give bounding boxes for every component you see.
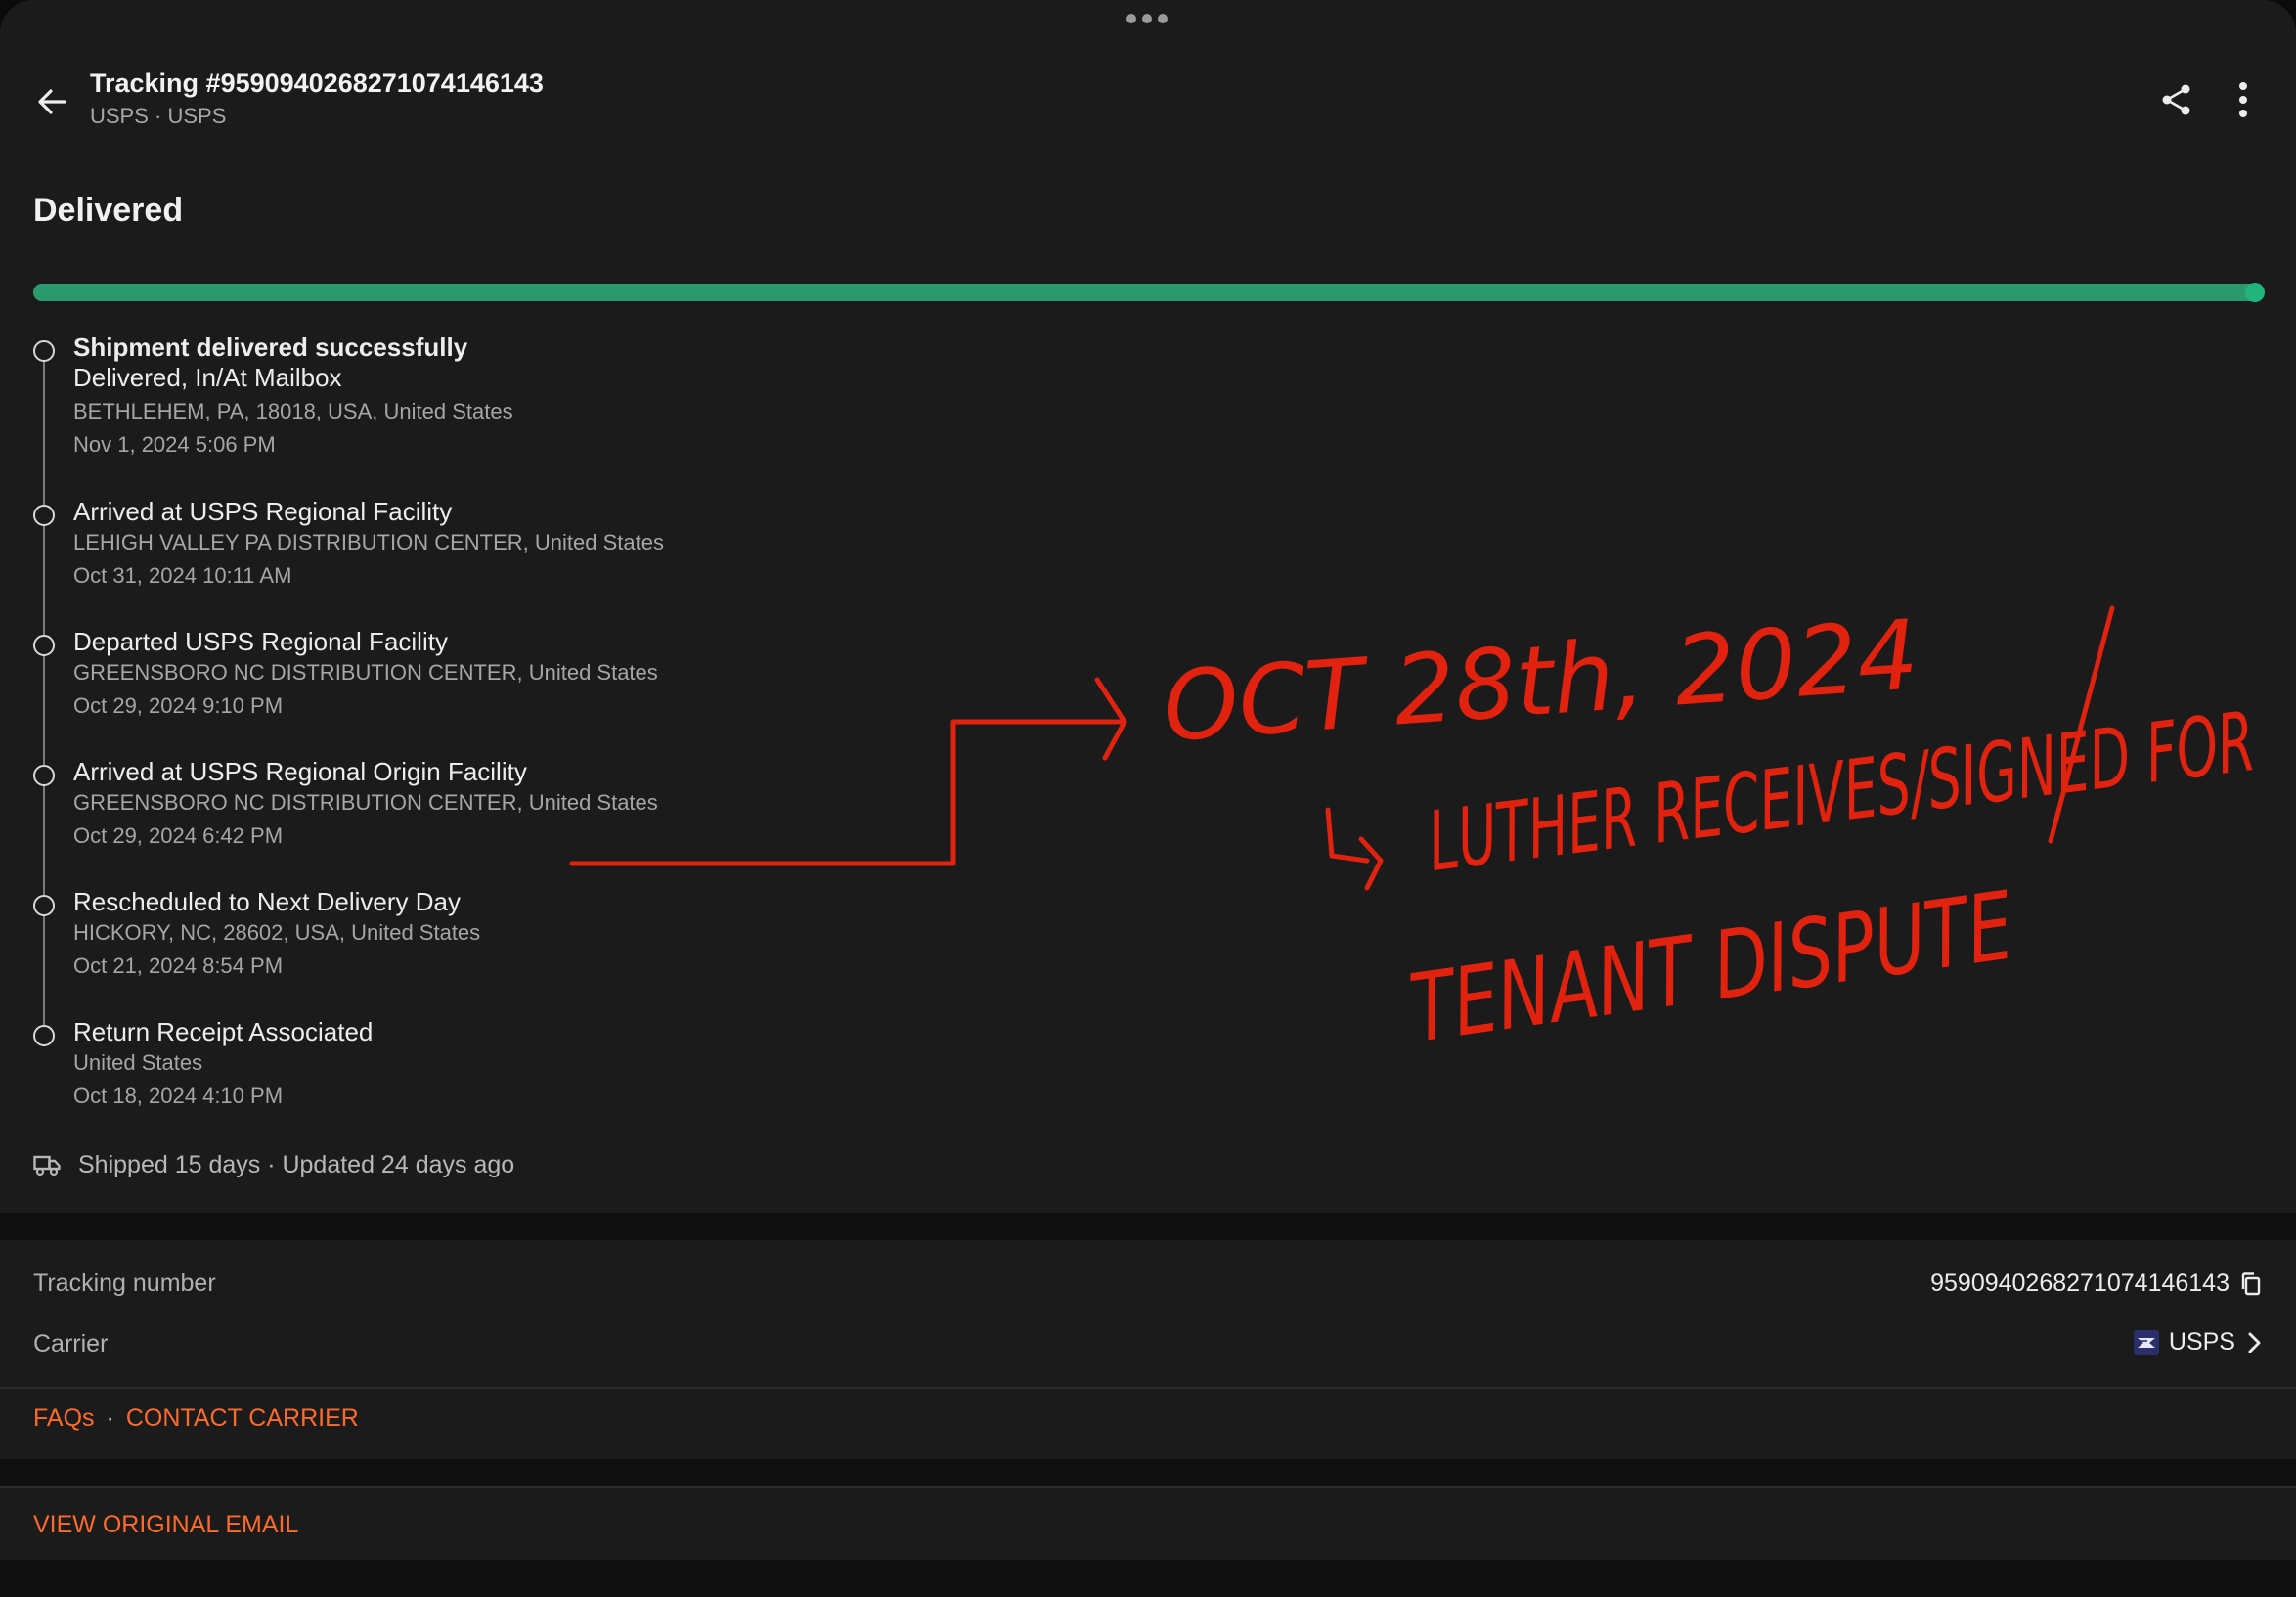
event-title: Shipment delivered successfully <box>73 333 468 362</box>
back-button[interactable] <box>33 82 72 121</box>
annotation-hook <box>1325 807 1384 891</box>
event-time: Oct 29, 2024 6:42 PM <box>73 823 284 848</box>
divider <box>0 1387 2296 1389</box>
window-handle[interactable] <box>1126 14 1168 23</box>
delivery-status: Delivered <box>33 192 184 229</box>
faqs-link[interactable]: FAQs <box>33 1404 95 1433</box>
tracking-number-row[interactable]: 9590940268271074146143 <box>1930 1269 2263 1298</box>
more-vertical-icon <box>2239 82 2247 117</box>
section-divider <box>0 1459 2296 1486</box>
event-title: Arrived at USPS Regional Facility <box>73 497 453 526</box>
chevron-right-icon <box>2248 1332 2261 1353</box>
event-location: LEHIGH VALLEY PA DISTRIBUTION CENTER, Un… <box>73 530 664 555</box>
annotation-note: LUTHER RECEIVES/SIGNED FOR <box>1423 693 2260 890</box>
share-icon <box>2162 84 2190 115</box>
event-title: Arrived at USPS Regional Origin Facility <box>73 757 527 786</box>
annotation-arrow <box>569 677 1127 866</box>
timeline-dot <box>33 505 55 526</box>
event-title: Return Receipt Associated <box>73 1017 374 1046</box>
carrier-value: USPS <box>2168 1328 2235 1355</box>
timeline-line <box>43 350 45 1040</box>
event-title: Rescheduled to Next Delivery Day <box>73 887 461 916</box>
tracking-number-label: Tracking number <box>33 1269 216 1297</box>
progress-indicator-dot <box>2245 283 2265 302</box>
timeline-dot <box>33 1025 55 1046</box>
timeline-dot <box>33 340 55 362</box>
app-screen: Tracking #9590940268271074146143 USPS · … <box>0 0 2296 1597</box>
back-arrow-icon <box>38 89 66 114</box>
tracking-number-value: 9590940268271074146143 <box>1930 1269 2230 1297</box>
truck-icon <box>33 1155 61 1176</box>
page-title: Tracking #9590940268271074146143 <box>90 68 544 98</box>
progress-fill <box>33 283 2265 302</box>
annotation-subject: TENANT DISPUTE <box>1404 871 2020 1064</box>
more-options-button[interactable] <box>2226 76 2261 123</box>
event-time: Oct 21, 2024 8:54 PM <box>73 954 284 978</box>
carrier-row[interactable]: USPS <box>2133 1328 2263 1356</box>
event-location: HICKORY, NC, 28602, USA, United States <box>73 920 481 945</box>
event-location: GREENSBORO NC DISTRIBUTION CENTER, Unite… <box>73 790 658 815</box>
carrier-label: Carrier <box>33 1330 109 1357</box>
event-subtitle: Delivered, In/At Mailbox <box>73 363 342 392</box>
help-links: FAQs · CONTACT CARRIER <box>33 1404 359 1433</box>
event-time: Oct 18, 2024 4:10 PM <box>73 1084 284 1108</box>
timeline-dot <box>33 765 55 786</box>
shipping-summary: Shipped 15 days · Updated 24 days ago <box>33 1148 514 1181</box>
usps-logo-icon <box>2133 1329 2159 1355</box>
event-time: Oct 29, 2024 9:10 PM <box>73 693 284 718</box>
timeline-dot <box>33 895 55 916</box>
event-location: United States <box>73 1050 203 1075</box>
carrier-subtitle: USPS · USPS <box>90 104 227 128</box>
event-location: BETHLEHEM, PA, 18018, USA, United States <box>73 399 513 423</box>
bottom-bar <box>0 1560 2296 1597</box>
annotation-date: OCT 28th, 2024 <box>1160 599 1922 764</box>
delivery-progress-bar <box>33 283 2265 302</box>
share-button[interactable] <box>2157 80 2196 119</box>
divider <box>0 1486 2296 1488</box>
event-time: Oct 31, 2024 10:11 AM <box>73 563 292 588</box>
section-divider <box>0 1213 2296 1240</box>
copy-icon[interactable] <box>2239 1271 2263 1297</box>
annotation-slash <box>2048 605 2115 844</box>
view-original-email-link[interactable]: VIEW ORIGINAL EMAIL <box>33 1511 298 1539</box>
header: Tracking #9590940268271074146143 USPS · … <box>0 65 2296 133</box>
shipping-summary-text: Shipped 15 days · Updated 24 days ago <box>78 1150 515 1178</box>
timeline-dot <box>33 635 55 656</box>
shipment-details: Tracking number 9590940268271074146143 C… <box>0 1240 2296 1387</box>
link-separator: · <box>106 1404 114 1432</box>
event-location: GREENSBORO NC DISTRIBUTION CENTER, Unite… <box>73 660 658 685</box>
contact-carrier-link[interactable]: CONTACT CARRIER <box>126 1404 359 1433</box>
event-title: Departed USPS Regional Facility <box>73 627 448 656</box>
event-time: Nov 1, 2024 5:06 PM <box>73 432 276 457</box>
